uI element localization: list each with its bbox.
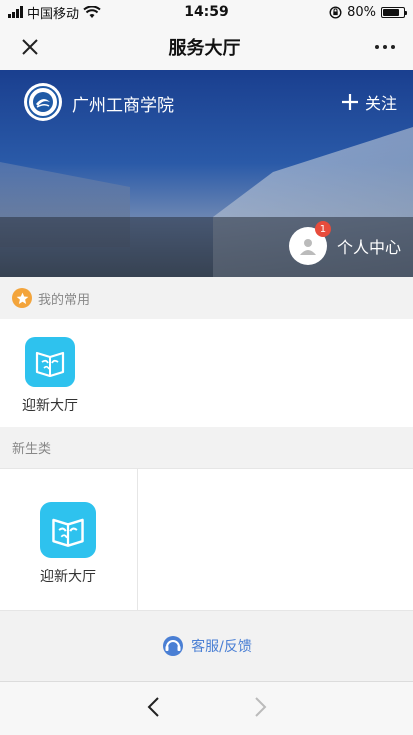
notification-badge: 1	[314, 221, 331, 237]
freshman-section-header: 新生类	[0, 427, 413, 468]
personal-center-label: 个人中心	[336, 238, 401, 257]
customer-service-icon	[163, 636, 184, 656]
close-icon	[22, 39, 38, 55]
status-time: 14:59	[184, 4, 229, 20]
follow-button[interactable]: 关注	[341, 90, 397, 114]
favorites-app-welcome-hall[interactable]: 迎新大厅	[14, 337, 86, 415]
battery-fill	[383, 8, 399, 16]
grid-divider	[137, 468, 138, 611]
chevron-right-icon	[254, 696, 266, 717]
rotation-lock-icon	[329, 5, 342, 19]
plus-icon	[341, 94, 358, 110]
signal-icon	[8, 6, 23, 18]
freshman-app-welcome-hall[interactable]: 迎新大厅	[28, 502, 108, 586]
more-button[interactable]	[367, 45, 395, 49]
school-name: 广州工商学院	[72, 96, 174, 116]
wifi-icon	[83, 5, 101, 18]
school-logo	[24, 83, 62, 121]
more-dot-icon	[375, 45, 379, 49]
freshman-title: 新生类	[12, 442, 52, 457]
user-icon	[299, 239, 316, 255]
feedback-area: 客服/反馈	[0, 611, 413, 681]
freshman-grid: 迎新大厅	[0, 468, 413, 611]
more-dot-icon	[391, 45, 395, 49]
personal-center-button[interactable]: 1 个人中心	[288, 221, 401, 265]
status-left: 中国移动	[8, 3, 148, 22]
app-label: 迎新大厅	[22, 398, 78, 414]
avatar: 1	[288, 221, 331, 265]
chevron-left-icon	[147, 696, 159, 717]
nav-bar: 服务大厅	[0, 24, 413, 70]
book-icon	[25, 337, 75, 387]
carrier-name: 中国移动	[27, 6, 80, 22]
section-divider	[0, 468, 413, 469]
header-banner: 广州工商学院 关注 1 个人中心	[0, 70, 413, 277]
battery-icon	[381, 6, 407, 18]
book-icon	[40, 502, 96, 558]
favorites-title: 我的常用	[38, 292, 91, 308]
status-right: 80%	[265, 4, 407, 20]
follow-label: 关注	[364, 94, 397, 113]
school-emblem-icon	[27, 86, 59, 118]
close-button[interactable]	[18, 35, 42, 59]
status-bar: 中国移动 14:59 80%	[0, 0, 413, 24]
more-dot-icon	[383, 45, 387, 49]
page-title: 服务大厅	[168, 38, 241, 59]
app-label: 迎新大厅	[40, 569, 96, 585]
feedback-link[interactable]: 客服/反馈	[191, 636, 252, 656]
bottom-navigation-bar	[0, 681, 413, 735]
battery-percent: 80%	[347, 4, 376, 20]
favorites-section-header: 我的常用	[0, 277, 413, 319]
favorites-grid: 迎新大厅	[0, 319, 413, 427]
star-icon	[12, 288, 32, 308]
back-button[interactable]	[146, 696, 162, 722]
forward-button[interactable]	[252, 696, 268, 722]
